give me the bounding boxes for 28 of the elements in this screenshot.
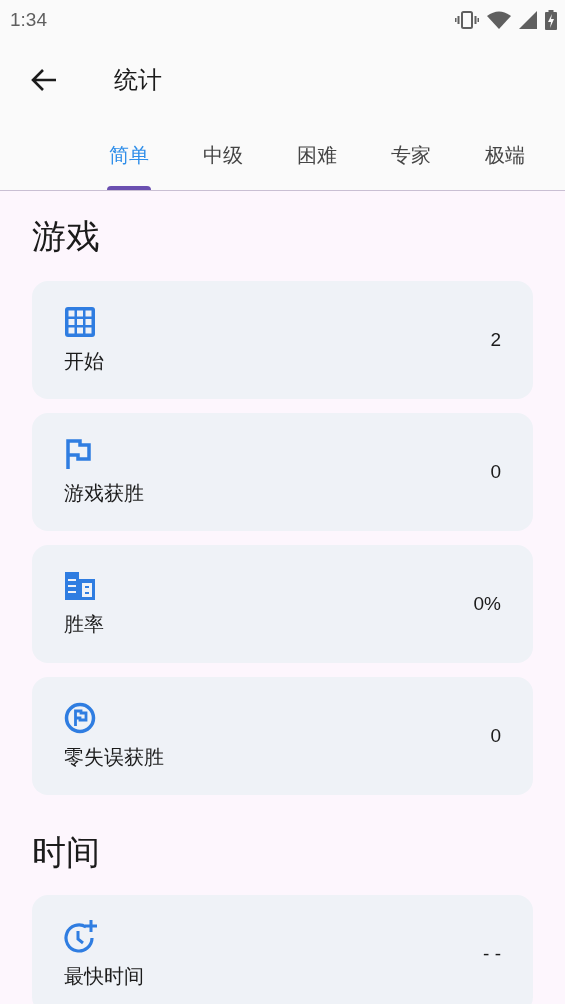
tab[interactable]: 困难 bbox=[270, 120, 364, 190]
stat-value: - - bbox=[483, 943, 501, 965]
stat-value: 0% bbox=[473, 593, 501, 615]
stat-label: 最快时间 bbox=[64, 962, 144, 990]
section-heading: 时间 bbox=[32, 831, 101, 874]
wifi-icon bbox=[487, 11, 511, 29]
vibrate-icon bbox=[455, 10, 479, 30]
grid-icon bbox=[64, 305, 96, 338]
status-time: 1:34 bbox=[10, 9, 47, 31]
stat-value: 0 bbox=[490, 725, 501, 747]
section-heading: 游戏 bbox=[32, 215, 101, 258]
flag-circle-icon bbox=[64, 701, 96, 734]
battery-icon bbox=[545, 10, 557, 30]
signal-icon bbox=[519, 11, 537, 29]
page-title: 统计 bbox=[114, 65, 162, 96]
stat-value: 0 bbox=[490, 461, 501, 483]
stat-value: 2 bbox=[490, 329, 501, 351]
tab[interactable]: 专家 bbox=[364, 120, 458, 190]
tab[interactable]: 极端 bbox=[458, 120, 552, 190]
timer-plus-icon bbox=[64, 918, 98, 953]
tab[interactable]: 中级 bbox=[176, 120, 270, 190]
building-icon bbox=[64, 570, 96, 601]
stat-label: 开始 bbox=[64, 347, 104, 375]
back-arrow-icon[interactable] bbox=[30, 68, 58, 92]
stat-label: 胜率 bbox=[64, 610, 104, 638]
stat-label: 游戏获胜 bbox=[64, 479, 144, 507]
stat-label: 零失误获胜 bbox=[64, 743, 164, 771]
flag-icon bbox=[64, 437, 92, 470]
